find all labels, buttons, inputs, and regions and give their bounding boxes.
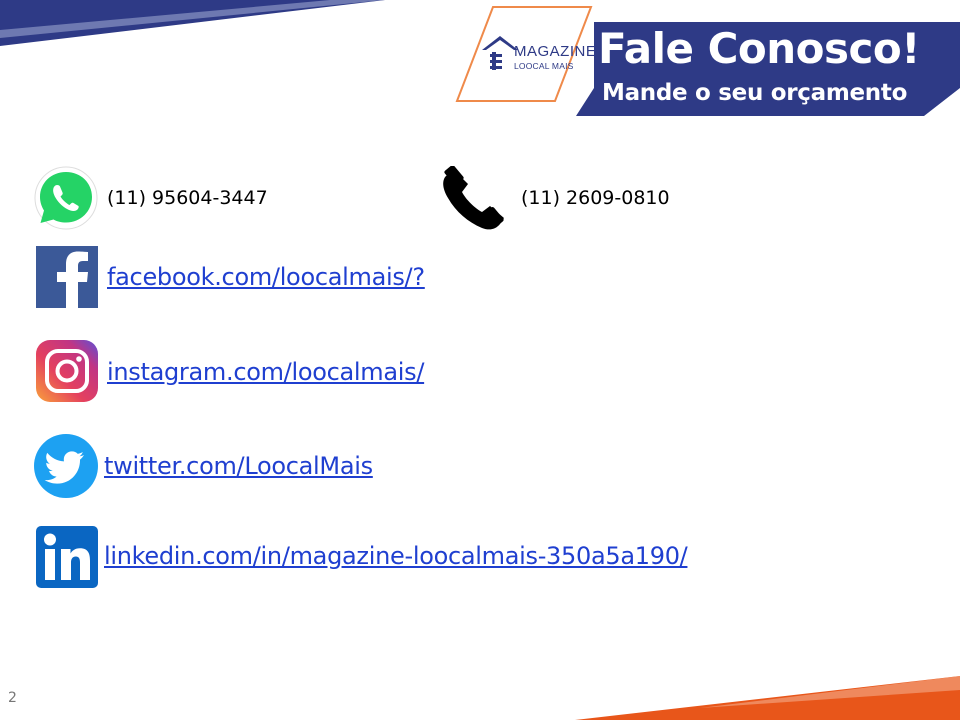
slide: MAGAZINE LOOCAL MAIS Fale Conosco! Mande… <box>0 0 960 720</box>
twitter-link[interactable]: twitter.com/LoocalMais <box>104 452 373 480</box>
facebook-icon[interactable] <box>36 246 98 308</box>
whatsapp-number: (11) 95604-3447 <box>107 187 268 209</box>
linkedin-link[interactable]: linkedin.com/in/magazine-loocalmais-350a… <box>104 542 688 570</box>
banner-subtitle: Mande o seu orçamento <box>602 80 908 106</box>
linkedin-icon[interactable] <box>36 526 98 588</box>
banner-title: Fale Conosco! <box>598 24 920 73</box>
whatsapp-icon[interactable] <box>34 166 98 230</box>
instagram-icon[interactable] <box>36 340 98 402</box>
page-number: 2 <box>8 690 17 706</box>
twitter-icon[interactable] <box>34 434 98 498</box>
phone-icon[interactable] <box>440 166 508 232</box>
facebook-link[interactable]: facebook.com/loocalmais/? <box>107 263 425 291</box>
phone-number: (11) 2609-0810 <box>521 187 670 209</box>
instagram-link[interactable]: instagram.com/loocalmais/ <box>107 358 424 386</box>
